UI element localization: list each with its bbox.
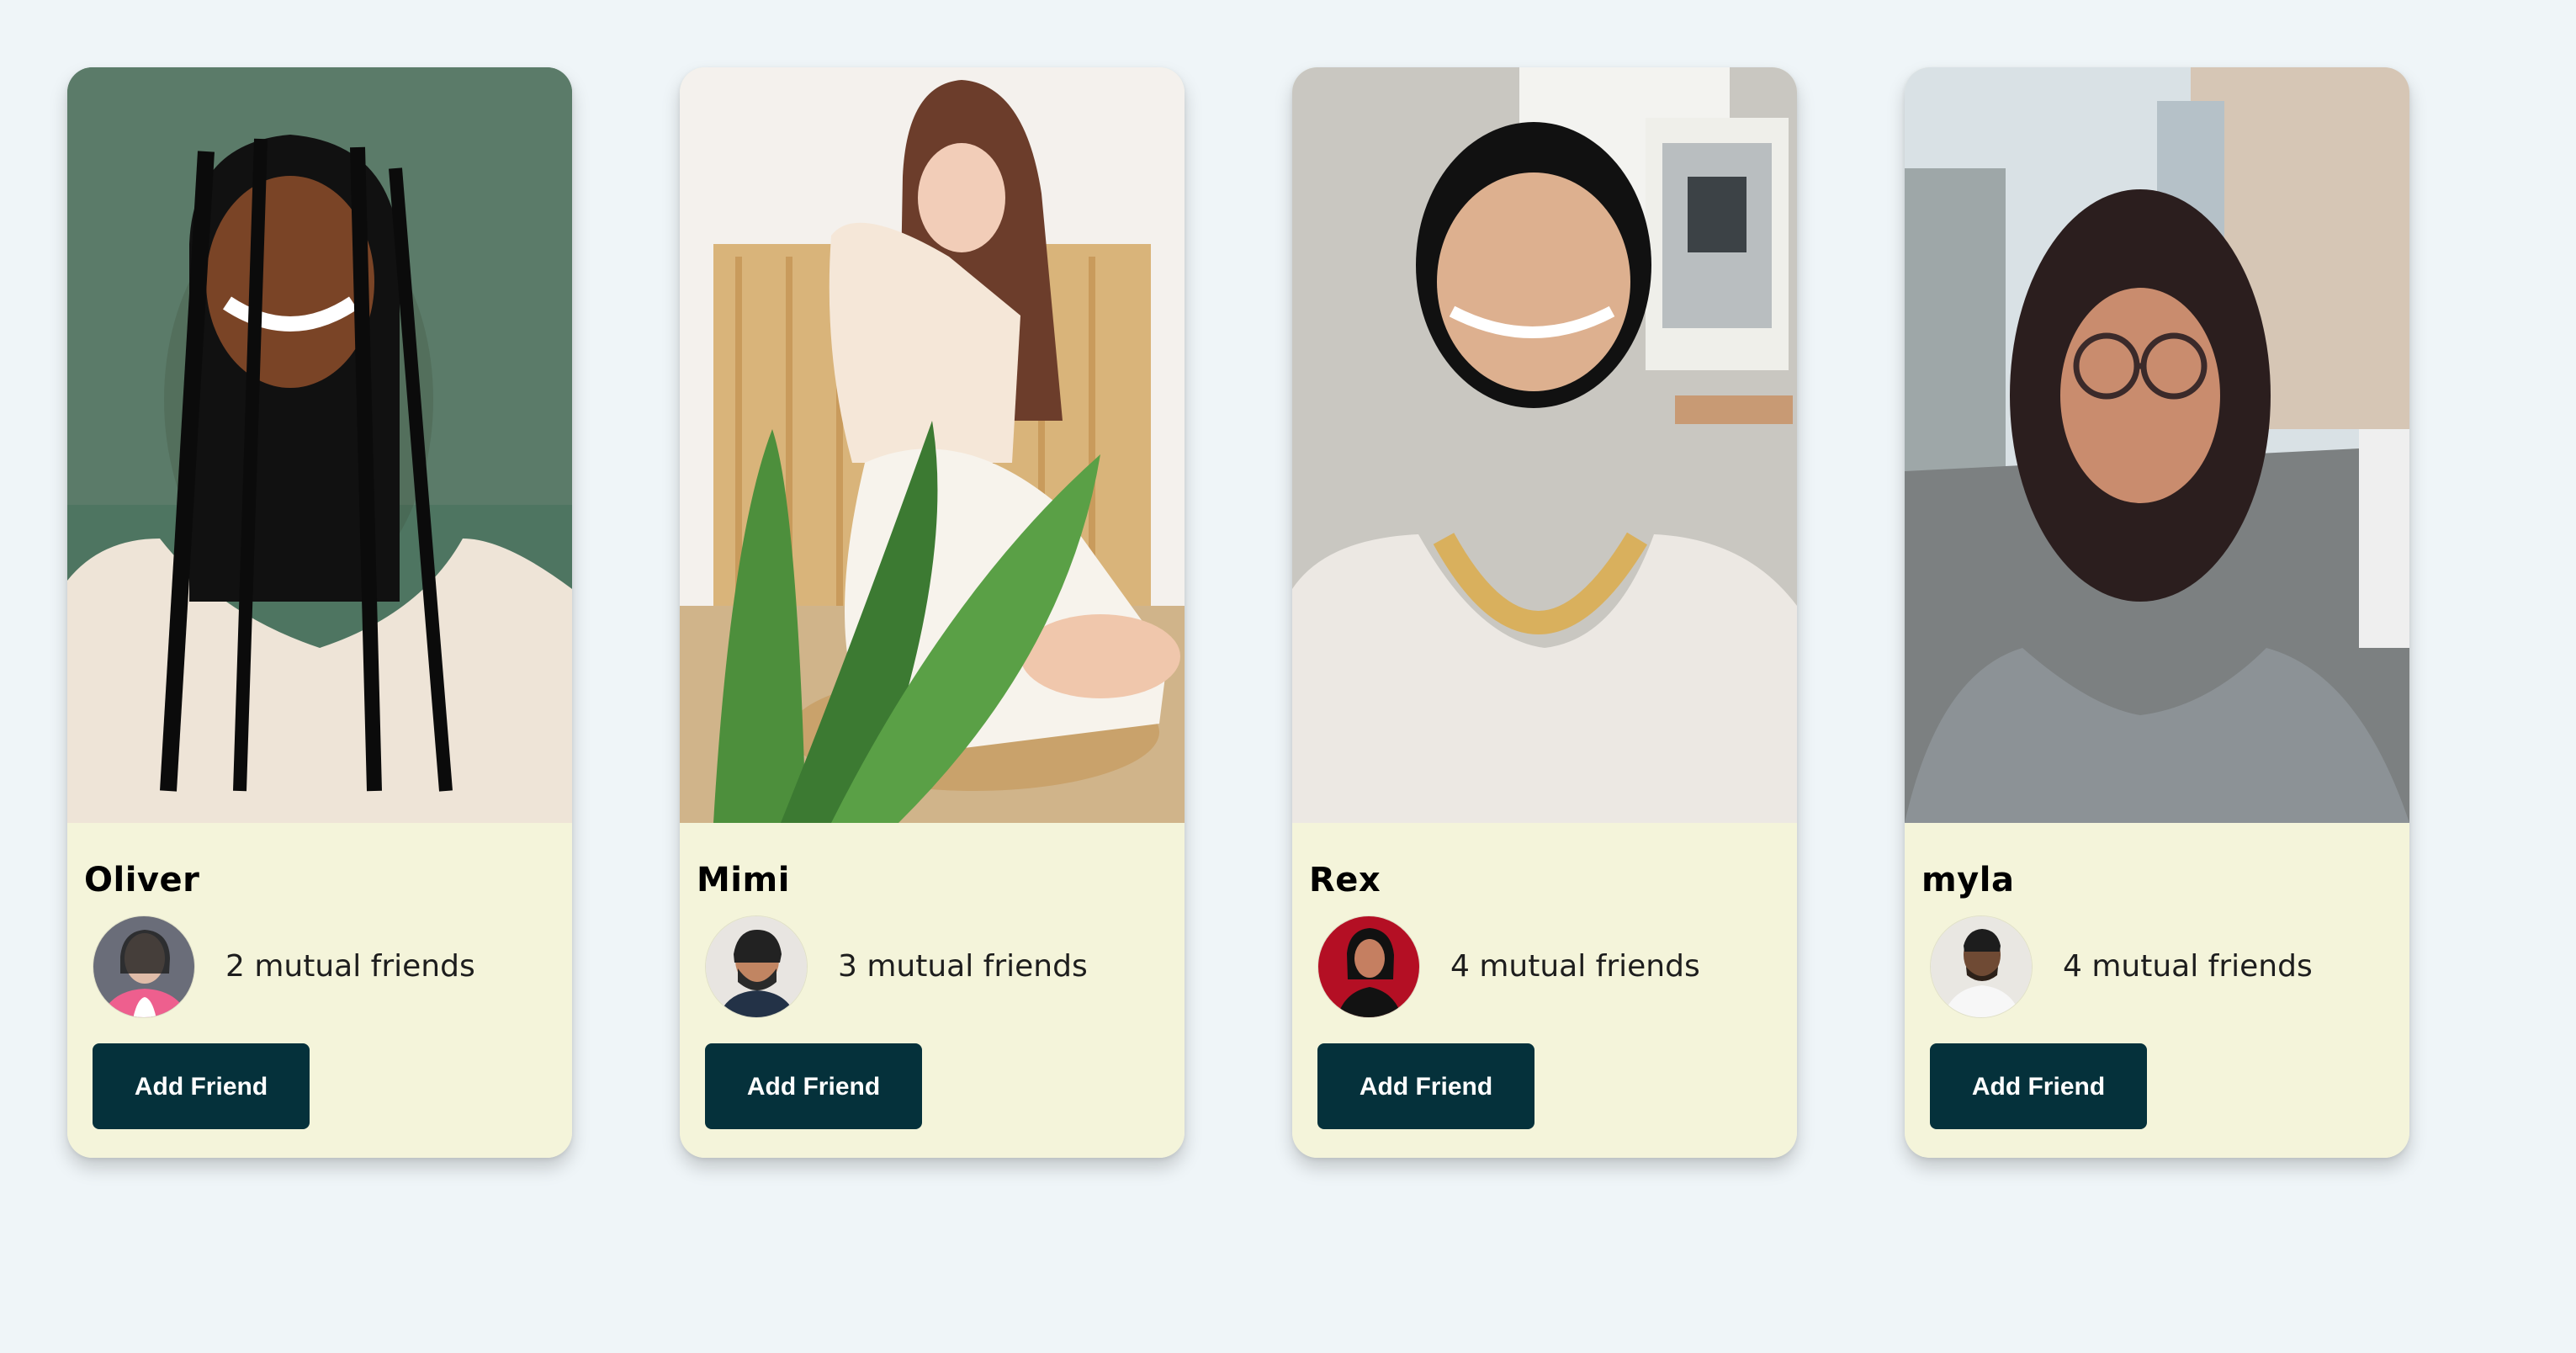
friend-card: Mimi 3 mutual friends Add Friend xyxy=(680,67,1185,1158)
profile-photo xyxy=(67,67,572,823)
mutual-friends-count: 3 mutual friends xyxy=(838,949,1088,984)
profile-photo-image xyxy=(1905,67,2409,823)
profile-photo-image xyxy=(67,67,572,823)
avatar-image xyxy=(706,916,807,1017)
profile-photo xyxy=(1905,67,2409,823)
friend-suggestions: Oliver 2 mutual friends Add Friend Mimi … xyxy=(67,67,2409,1158)
mutual-friends-count: 4 mutual friends xyxy=(1450,949,1700,984)
profile-photo xyxy=(680,67,1185,823)
avatar-image xyxy=(1318,916,1419,1017)
mutual-friends-row: 4 mutual friends xyxy=(1921,915,2393,1018)
mutual-friend-avatar xyxy=(705,915,808,1018)
card-info: myla 4 mutual friends Add Friend xyxy=(1905,823,2409,1158)
friend-name: Oliver xyxy=(84,861,200,899)
add-friend-button[interactable]: Add Friend xyxy=(1930,1043,2147,1129)
avatar-image xyxy=(1931,916,2032,1017)
card-info: Oliver 2 mutual friends Add Friend xyxy=(67,823,572,1158)
friend-card: Oliver 2 mutual friends Add Friend xyxy=(67,67,572,1158)
profile-photo-image xyxy=(1292,67,1797,823)
friend-card: Rex 4 mutual friends Add Friend xyxy=(1292,67,1797,1158)
add-friend-button[interactable]: Add Friend xyxy=(93,1043,310,1129)
mutual-friends-count: 2 mutual friends xyxy=(225,949,475,984)
mutual-friends-row: 4 mutual friends xyxy=(1309,915,1780,1018)
friend-card: myla 4 mutual friends Add Friend xyxy=(1905,67,2409,1158)
profile-photo xyxy=(1292,67,1797,823)
friend-name: myla xyxy=(1921,861,2015,899)
avatar-image xyxy=(93,916,194,1017)
mutual-friends-count: 4 mutual friends xyxy=(2063,949,2313,984)
card-info: Mimi 3 mutual friends Add Friend xyxy=(680,823,1185,1158)
add-friend-button[interactable]: Add Friend xyxy=(705,1043,922,1129)
mutual-friend-avatar xyxy=(1930,915,2033,1018)
friend-name: Rex xyxy=(1309,861,1381,899)
card-info: Rex 4 mutual friends Add Friend xyxy=(1292,823,1797,1158)
mutual-friends-row: 2 mutual friends xyxy=(84,915,555,1018)
profile-photo-image xyxy=(680,67,1185,823)
friend-name: Mimi xyxy=(697,861,790,899)
mutual-friends-row: 3 mutual friends xyxy=(697,915,1168,1018)
add-friend-button[interactable]: Add Friend xyxy=(1317,1043,1534,1129)
mutual-friend-avatar xyxy=(93,915,195,1018)
mutual-friend-avatar xyxy=(1317,915,1420,1018)
